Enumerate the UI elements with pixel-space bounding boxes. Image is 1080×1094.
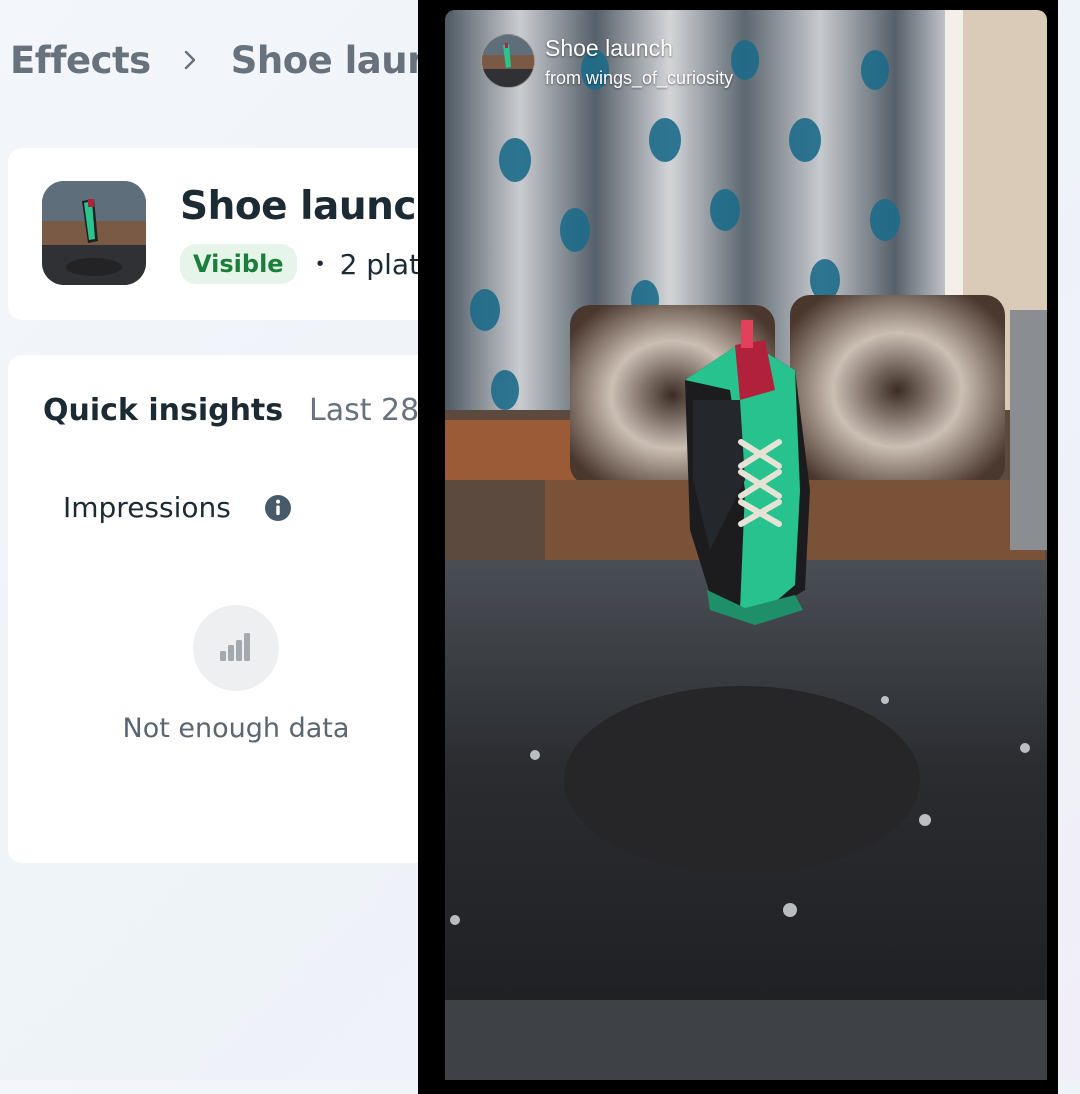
info-icon[interactable]	[264, 494, 292, 522]
status-badge: Visible	[180, 244, 297, 284]
breadcrumb: Effects Shoe laun	[10, 38, 433, 82]
bar-chart-icon	[220, 633, 250, 661]
chevron-right-icon	[184, 50, 195, 70]
platforms-count: 2 plat	[339, 247, 420, 281]
camera-scene	[445, 10, 1047, 1080]
impressions-label: Impressions	[63, 491, 231, 524]
insights-title: Quick insights	[43, 393, 284, 428]
effect-preview-screen[interactable]: Shoe launch from wings_of_curiosity	[445, 10, 1047, 1080]
separator-dot: •	[316, 252, 324, 275]
effect-title: Shoe launch	[180, 184, 444, 229]
effect-thumbnail[interactable]	[42, 181, 146, 285]
date-range-selector[interactable]: Last 28	[309, 393, 419, 428]
breadcrumb-current: Shoe laun	[230, 38, 434, 82]
empty-state-message: Not enough data	[122, 713, 350, 744]
insights-card: Quick insights Last 28 Impressions Not e…	[8, 355, 448, 863]
breadcrumb-effects-link[interactable]: Effects	[10, 39, 151, 82]
empty-state-badge	[193, 605, 279, 691]
effect-card: Shoe launch Visible • 2 plat	[8, 148, 448, 320]
preview-effect-title: Shoe launch	[545, 35, 673, 61]
effect-status-row: Visible • 2 plat	[180, 244, 420, 284]
preview-creator-name[interactable]: from wings_of_curiosity	[545, 68, 733, 89]
creator-avatar[interactable]	[481, 34, 535, 88]
